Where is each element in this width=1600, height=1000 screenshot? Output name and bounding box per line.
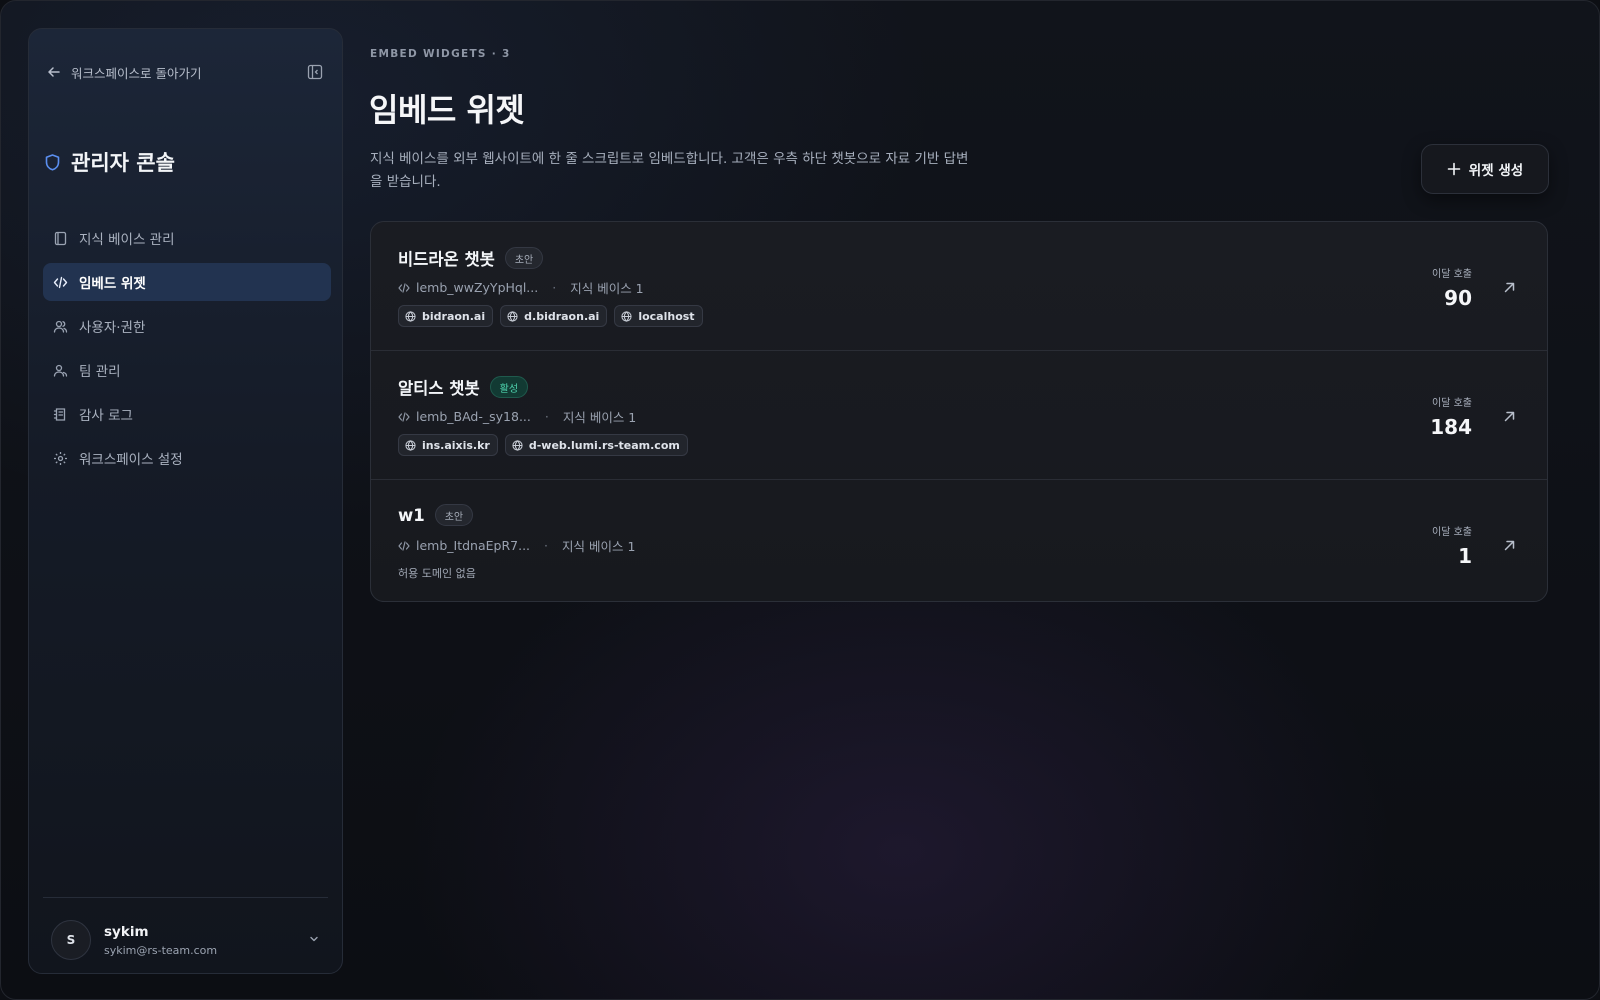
create-widget-label: 위젯 생성 [1468, 163, 1524, 179]
domain-chip: localhost [614, 305, 703, 327]
monthly-calls-label: 이달 호출 [1432, 398, 1472, 409]
widget-row[interactable]: w1 초안 lemb_ItdnaEpR7... · 지식 베이스 1 허용 도메… [371, 480, 1547, 601]
sidebar-item-users-permissions[interactable]: 사용자·권한 [43, 307, 331, 345]
status-badge: 초안 [434, 504, 474, 526]
plus-icon [1447, 159, 1461, 179]
widget-row[interactable]: 비드라온 챗봇 초안 lemb_wwZyYpHql... · 지식 베이스 1 … [371, 222, 1547, 351]
domain-label: d.bidraon.ai [524, 309, 600, 323]
globe-icon [512, 439, 524, 451]
sidebar-item-audit-log[interactable]: 감사 로그 [43, 395, 331, 433]
code-icon [398, 411, 412, 423]
domain-chip: d.bidraon.ai [500, 305, 608, 327]
widget-meta: lemb_wwZyYpHql... · 지식 베이스 1 [398, 278, 644, 297]
back-label: 워크스페이스로 돌아가기 [71, 65, 202, 81]
open-external-icon[interactable] [1500, 407, 1518, 425]
monthly-calls-label: 이달 호출 [1432, 527, 1472, 538]
widget-list: 비드라온 챗봇 초안 lemb_wwZyYpHql... · 지식 베이스 1 … [370, 221, 1548, 602]
back-to-workspace-link[interactable]: 워크스페이스로 돌아가기 [43, 61, 326, 83]
domain-label: localhost [638, 309, 695, 323]
status-badge: 활성 [489, 376, 529, 398]
globe-icon [405, 310, 417, 322]
code-icon [51, 273, 69, 291]
console-title: 관리자 콘솔 [43, 147, 175, 177]
widget-knowledge-base: 지식 베이스 1 [570, 281, 644, 296]
sidebar-collapse-icon[interactable] [304, 61, 326, 83]
user-email: sykim@rs-team.com [104, 943, 218, 957]
sidebar-item-embed-widgets[interactable]: 임베드 위젯 [43, 263, 331, 301]
widget-title: 알티스 챗봇 활성 [398, 375, 529, 399]
domain-list: bidraon.ai d.bidraon.ai localhost [398, 305, 710, 327]
status-badge: 초안 [504, 247, 544, 269]
domain-chip: bidraon.ai [398, 305, 494, 327]
monthly-calls-label: 이달 호출 [1432, 269, 1472, 280]
widget-key: lemb_ItdnaEpR7... [416, 538, 531, 553]
domain-list: ins.aixis.kr d-web.lumi.rs-team.com [398, 434, 695, 456]
chevron-down-icon[interactable] [304, 929, 324, 949]
globe-icon [507, 310, 519, 322]
widget-name: 비드라온 챗봇 [398, 250, 495, 269]
user-menu[interactable]: S sykim sykim@rs-team.com [51, 917, 324, 963]
widget-meta: lemb_ItdnaEpR7... · 지식 베이스 1 [398, 536, 635, 555]
domain-label: ins.aixis.kr [422, 438, 490, 452]
avatar: S [51, 920, 91, 960]
monthly-calls: 이달 호출 90 [1432, 265, 1472, 310]
monthly-calls: 이달 호출 1 [1432, 523, 1472, 568]
sidebar-item-label: 팀 관리 [79, 364, 121, 380]
no-domain-text: 허용 도메인 없음 [398, 567, 476, 580]
book-icon [51, 229, 69, 247]
meta-separator: · [544, 538, 549, 553]
widget-name: w1 [398, 505, 425, 525]
domain-label: d-web.lumi.rs-team.com [528, 438, 680, 452]
sidebar-item-label: 지식 베이스 관리 [79, 232, 175, 248]
code-icon [398, 540, 412, 552]
meta-separator: · [544, 409, 549, 424]
widget-row[interactable]: 알티스 챗봇 활성 lemb_BAd-_sy18... · 지식 베이스 1 i… [371, 351, 1547, 480]
widget-meta: lemb_BAd-_sy18... · 지식 베이스 1 [398, 407, 636, 426]
meta-separator: · [552, 280, 557, 295]
page-title: 임베드 위젯 [369, 91, 525, 129]
widget-name: 알티스 챗봇 [398, 379, 480, 398]
page-description: 지식 베이스를 외부 웹사이트에 한 줄 스크립트로 임베드합니다. 고객은 우… [370, 151, 969, 190]
sidebar-item-knowledge-base[interactable]: 지식 베이스 관리 [43, 219, 331, 257]
code-icon [398, 282, 412, 294]
sidebar-item-label: 워크스페이스 설정 [79, 452, 183, 468]
open-external-icon[interactable] [1500, 278, 1518, 296]
widget-title: 비드라온 챗봇 초안 [398, 246, 544, 270]
domain-label: bidraon.ai [422, 309, 486, 323]
sidebar-nav: 지식 베이스 관리 임베드 위젯 사용자·권한 팀 관리 감사 로그 워크스페이… [43, 219, 331, 483]
globe-icon [405, 439, 417, 451]
sidebar-item-label: 임베드 위젯 [79, 276, 146, 292]
monthly-calls: 이달 호출 184 [1430, 394, 1472, 439]
users-icon [51, 317, 69, 335]
monthly-calls-value: 1 [1458, 544, 1472, 568]
team-icon [51, 361, 69, 379]
widget-key: lemb_BAd-_sy18... [416, 409, 531, 424]
monthly-calls-value: 184 [1430, 415, 1472, 439]
monthly-calls-value: 90 [1444, 286, 1472, 310]
widget-knowledge-base: 지식 베이스 1 [562, 539, 636, 554]
app-window: 워크스페이스로 돌아가기 관리자 콘솔 지식 베이스 관리 임베드 위젯 사용자… [0, 0, 1600, 1000]
page-eyebrow: EMBED WIDGETS · 3 [370, 48, 511, 60]
sidebar-item-workspace-settings[interactable]: 워크스페이스 설정 [43, 439, 331, 477]
sidebar: 워크스페이스로 돌아가기 관리자 콘솔 지식 베이스 관리 임베드 위젯 사용자… [28, 28, 343, 974]
user-info: sykim sykim@rs-team.com [104, 924, 217, 957]
arrow-left-icon [43, 61, 65, 83]
widget-key: lemb_wwZyYpHql... [416, 280, 539, 295]
sidebar-divider [43, 897, 328, 898]
sidebar-item-label: 사용자·권한 [79, 320, 146, 336]
widget-title: w1 초안 [398, 504, 474, 526]
widget-knowledge-base: 지식 베이스 1 [562, 410, 637, 425]
domain-chip: ins.aixis.kr [398, 434, 498, 456]
shield-icon [43, 152, 61, 172]
create-widget-button[interactable]: 위젯 생성 [1421, 144, 1549, 194]
globe-icon [621, 310, 633, 322]
sidebar-item-label: 감사 로그 [79, 408, 133, 424]
sidebar-item-team-management[interactable]: 팀 관리 [43, 351, 331, 389]
user-name: sykim [104, 923, 149, 940]
domain-chip: d-web.lumi.rs-team.com [504, 434, 688, 456]
log-icon [51, 405, 69, 423]
console-title-text: 관리자 콘솔 [71, 151, 175, 175]
gear-icon [51, 449, 69, 467]
open-external-icon[interactable] [1500, 536, 1518, 554]
